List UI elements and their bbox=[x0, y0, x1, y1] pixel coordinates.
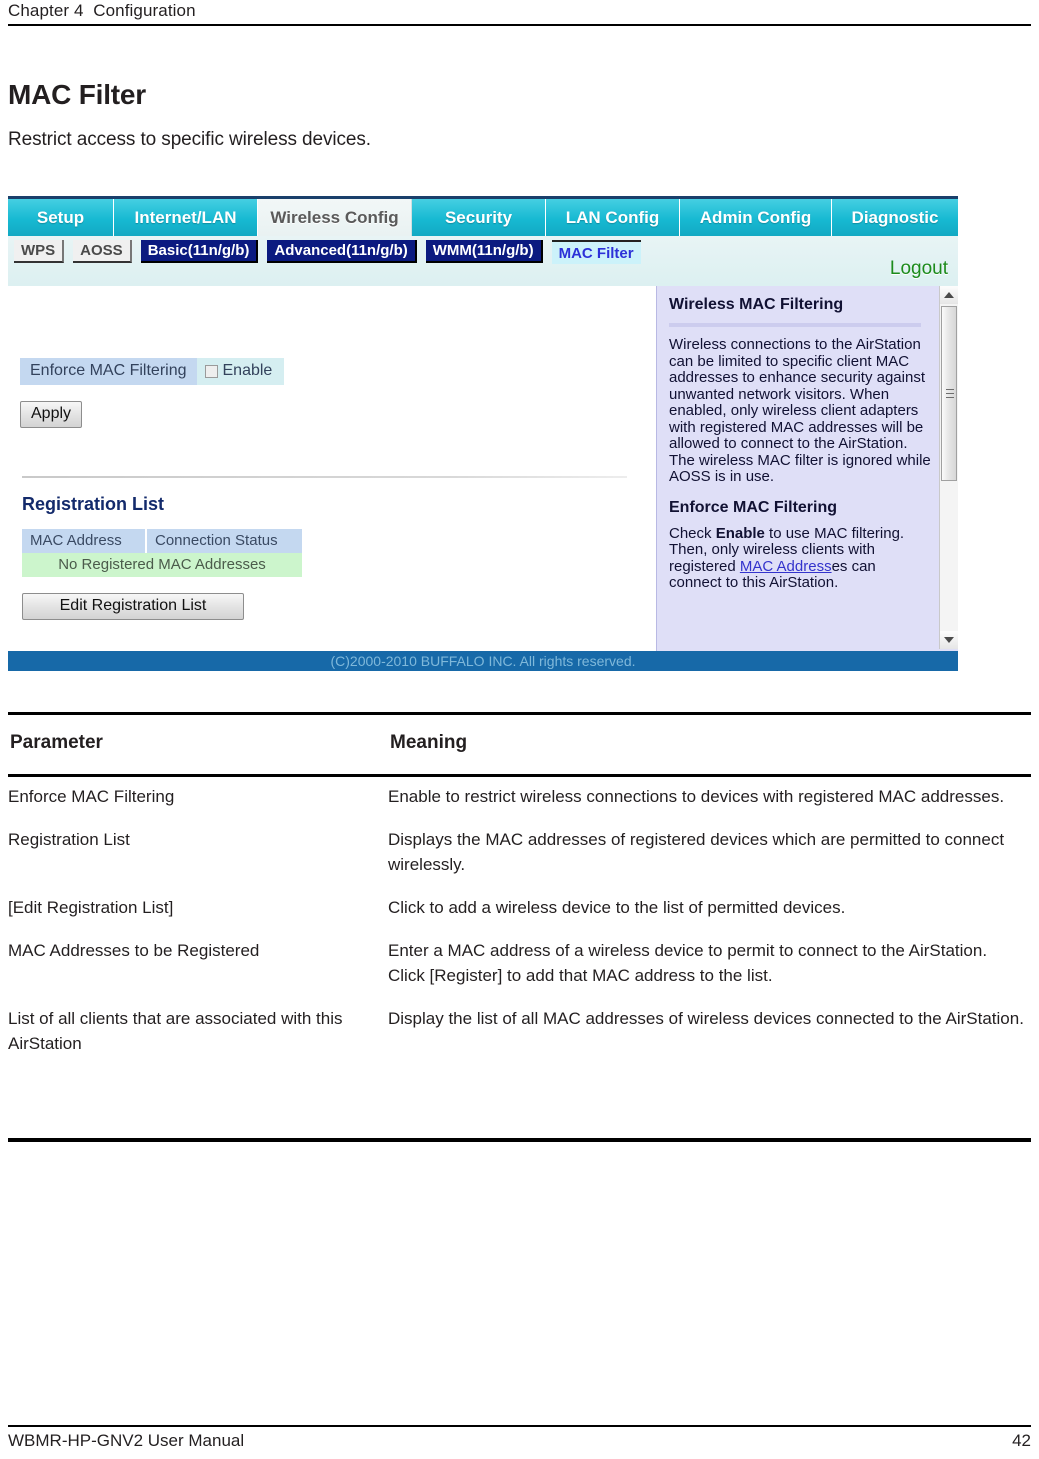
subtab-basic[interactable]: Basic(11n/g/b) bbox=[140, 240, 259, 263]
parameter-table-body: Enforce MAC Filtering Enable to restrict… bbox=[8, 784, 1031, 1074]
screenshot-body: Enforce MAC Filtering Enable Apply Regis… bbox=[8, 286, 958, 651]
table-cell-meaning: Display the list of all MAC addresses of… bbox=[388, 1009, 1024, 1028]
help-scroll-viewport: Wireless MAC Filtering Wireless connecti… bbox=[657, 286, 939, 641]
help-paragraph: Wireless connections to the AirStation c… bbox=[669, 336, 931, 485]
table-header-row: Parameter Meaning bbox=[8, 732, 1031, 764]
sub-tab-list: WPS AOSS Basic(11n/g/b) Advanced(11n/g/b… bbox=[14, 240, 650, 264]
scroll-down-arrow-icon[interactable] bbox=[940, 631, 958, 649]
scroll-up-arrow-icon[interactable] bbox=[940, 286, 958, 304]
logout-link[interactable]: Logout bbox=[890, 258, 948, 280]
table-cell-meaning: Enable to restrict wireless connections … bbox=[388, 787, 1005, 806]
help-paragraph-2: Check Enable to use MAC filtering. Then,… bbox=[669, 524, 931, 592]
enable-checkbox[interactable] bbox=[204, 364, 218, 378]
table-cell-meaning: Displays the MAC addresses of registered… bbox=[388, 830, 1005, 874]
subtab-aoss[interactable]: AOSS bbox=[73, 240, 132, 263]
section-divider bbox=[22, 476, 627, 478]
subtab-mac-filter[interactable]: MAC Filter bbox=[551, 240, 641, 264]
help-heading: Wireless MAC Filtering bbox=[669, 296, 844, 313]
help-p2-pre: Check bbox=[669, 524, 716, 542]
registration-table-header: MAC Address Connection Status bbox=[22, 529, 302, 553]
table-row: List of all clients that are associated … bbox=[8, 1006, 1031, 1056]
header-rule bbox=[8, 24, 1031, 26]
table-row: MAC Addresses to be Registered Enter a M… bbox=[8, 938, 1031, 988]
help-heading-rule bbox=[669, 323, 921, 327]
table-header-rule bbox=[8, 774, 1031, 777]
enforce-mac-filtering-row: Enforce MAC Filtering Enable bbox=[20, 358, 285, 385]
table-cell-parameter: List of all clients that are associated … bbox=[8, 1009, 343, 1053]
help-content: Wireless MAC Filtering Wireless connecti… bbox=[669, 296, 931, 605]
tab-admin-config[interactable]: Admin Config bbox=[680, 199, 832, 236]
tab-setup[interactable]: Setup bbox=[8, 199, 114, 236]
tab-lan-config[interactable]: LAN Config bbox=[546, 199, 680, 236]
help-scrollbar[interactable] bbox=[939, 286, 958, 649]
mac-address-link[interactable]: MAC Address bbox=[740, 558, 832, 575]
page-title: MAC Filter bbox=[8, 79, 147, 110]
enforce-mac-filtering-label: Enforce MAC Filtering bbox=[20, 358, 197, 385]
registration-empty-row: No Registered MAC Addresses bbox=[22, 553, 302, 577]
table-bottom-rule bbox=[8, 1138, 1031, 1142]
table-header-meaning: Meaning bbox=[390, 732, 468, 753]
column-header-mac-address: MAC Address bbox=[22, 529, 147, 553]
registration-list-heading: Registration List bbox=[22, 494, 165, 514]
tab-internet-lan[interactable]: Internet/LAN bbox=[114, 199, 258, 236]
table-cell-parameter: [Edit Registration List] bbox=[8, 898, 174, 917]
apply-button[interactable]: Apply bbox=[20, 401, 83, 428]
subtab-wmm[interactable]: WMM(11n/g/b) bbox=[425, 240, 543, 263]
main-tab-bar: Setup Internet/LAN Wireless Config Secur… bbox=[8, 199, 958, 236]
tab-diagnostic[interactable]: Diagnostic bbox=[832, 199, 958, 236]
column-header-connection-status: Connection Status bbox=[147, 529, 302, 553]
registration-list-table: MAC Address Connection Status No Registe… bbox=[22, 529, 302, 577]
subtab-advanced[interactable]: Advanced(11n/g/b) bbox=[267, 240, 417, 263]
help-subheading: Enforce MAC Filtering bbox=[669, 498, 838, 516]
footer-rule bbox=[8, 1425, 1031, 1427]
subtab-wps[interactable]: WPS bbox=[14, 240, 65, 263]
tab-wireless-config[interactable]: Wireless Config bbox=[258, 199, 412, 236]
table-row: Enforce MAC Filtering Enable to restrict… bbox=[8, 784, 1031, 809]
help-panel: Wireless MAC Filtering Wireless connecti… bbox=[656, 286, 958, 651]
edit-registration-list-button[interactable]: Edit Registration List bbox=[22, 593, 244, 620]
enforce-mac-filtering-value[interactable]: Enable bbox=[196, 358, 285, 385]
running-head: Chapter 4 Configuration bbox=[0, 0, 1039, 26]
footer-page-number: 42 bbox=[1012, 1431, 1031, 1450]
table-cell-meaning: Click to add a wireless device to the li… bbox=[388, 898, 846, 917]
table-row: [Edit Registration List] Click to add a … bbox=[8, 895, 1031, 920]
settings-panel: Enforce MAC Filtering Enable Apply Regis… bbox=[8, 286, 656, 651]
scrollbar-grip-icon bbox=[946, 388, 954, 399]
table-top-rule bbox=[8, 712, 1031, 715]
copyright-bar: (C)2000-2010 BUFFALO INC. All rights res… bbox=[8, 651, 958, 671]
tab-security[interactable]: Security bbox=[412, 199, 546, 236]
table-cell-meaning: Enter a MAC address of a wireless device… bbox=[388, 941, 988, 985]
table-header-parameter: Parameter bbox=[10, 732, 103, 753]
page-subtitle: Restrict access to specific wireless dev… bbox=[8, 129, 371, 150]
router-ui-screenshot: Setup Internet/LAN Wireless Config Secur… bbox=[8, 196, 958, 671]
scrollbar-thumb[interactable] bbox=[941, 306, 957, 481]
table-cell-parameter: MAC Addresses to be Registered bbox=[8, 941, 260, 960]
help-p2-bold: Enable bbox=[715, 524, 765, 542]
table-row: Registration List Displays the MAC addre… bbox=[8, 827, 1031, 877]
chapter-label: Chapter 4 Configuration bbox=[8, 1, 196, 20]
footer-manual-title: WBMR-HP-GNV2 User Manual bbox=[8, 1431, 245, 1450]
table-cell-parameter: Registration List bbox=[8, 830, 130, 849]
enable-checkbox-label: Enable bbox=[222, 362, 273, 379]
table-cell-parameter: Enforce MAC Filtering bbox=[8, 787, 175, 806]
sub-tab-bar: WPS AOSS Basic(11n/g/b) Advanced(11n/g/b… bbox=[8, 236, 958, 286]
